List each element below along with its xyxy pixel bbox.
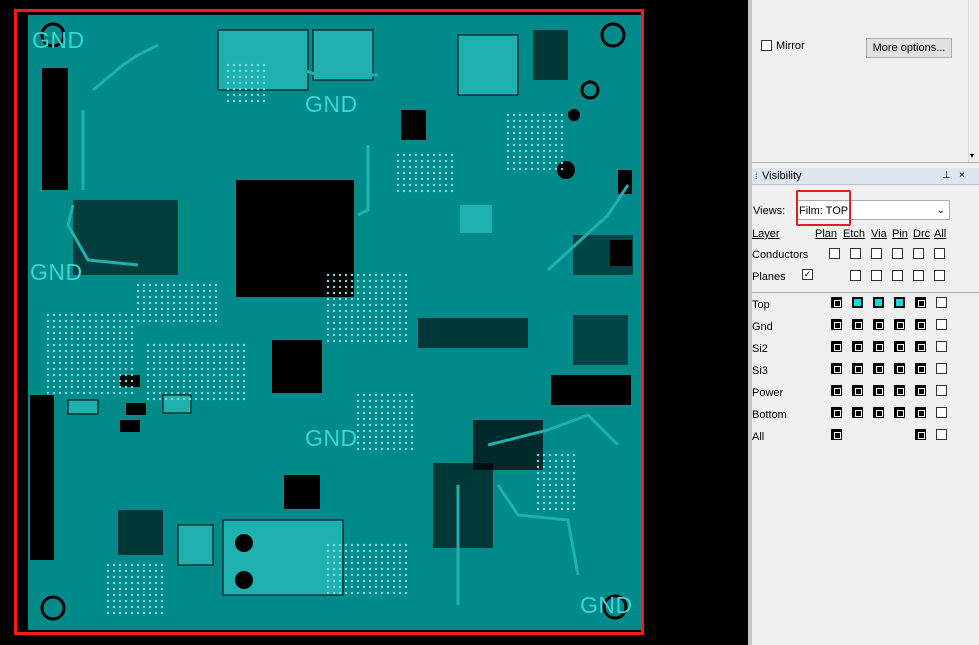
layer-visibility-toggle[interactable] [852, 407, 863, 418]
layer-label: Si3 [752, 365, 768, 377]
planes-toggle[interactable] [850, 270, 861, 281]
column-header-all: All [934, 228, 947, 240]
scroll-down-icon[interactable]: ▾ [970, 151, 974, 160]
layer-visibility-toggle[interactable] [894, 297, 905, 308]
column-header-etch: Etch [843, 228, 866, 240]
options-scrollbar[interactable]: ▾ [968, 0, 979, 162]
layer-visibility-toggle[interactable] [852, 385, 863, 396]
conductors-toggle[interactable] [892, 248, 903, 259]
layer-visibility-toggle[interactable] [831, 363, 842, 374]
layer-visibility-toggle[interactable] [873, 385, 884, 396]
pin-icon[interactable]: ⊥ [942, 168, 951, 184]
conductors-toggle[interactable] [934, 248, 945, 259]
layer-visibility-toggle[interactable] [915, 429, 926, 440]
conductors-toggle[interactable] [829, 248, 840, 259]
board-outline-highlight [14, 9, 644, 635]
planes-checkbox[interactable]: ✓ [802, 269, 813, 280]
chevron-down-icon: ⌄ [936, 205, 945, 216]
mirror-checkbox[interactable] [761, 40, 772, 51]
layer-visibility-toggle[interactable] [873, 363, 884, 374]
layer-visibility-toggle[interactable] [831, 407, 842, 418]
layer-visibility-toggle[interactable] [894, 363, 905, 374]
planes-toggle[interactable] [934, 270, 945, 281]
layer-visibility-toggle[interactable] [915, 297, 926, 308]
layer-visibility-toggle[interactable] [852, 297, 863, 308]
layer-label: Top [752, 299, 770, 311]
layer-visibility-toggle[interactable] [852, 363, 863, 374]
layer-visibility-toggle[interactable] [936, 407, 947, 418]
mirror-label: Mirror [776, 40, 805, 52]
layer-visibility-toggle[interactable] [873, 297, 884, 308]
layer-visibility-toggle[interactable] [831, 319, 842, 330]
layer-label: Bottom [752, 409, 787, 421]
row-label-conductors: Conductors [752, 249, 809, 261]
planes-toggle[interactable] [913, 270, 924, 281]
planes-toggle[interactable] [871, 270, 882, 281]
more-options-button[interactable]: More options... [866, 38, 952, 58]
layer-visibility-toggle[interactable] [915, 319, 926, 330]
grip-icon: ⁞ [755, 171, 758, 181]
layer-visibility-toggle[interactable] [936, 297, 947, 308]
layer-visibility-toggle[interactable] [873, 341, 884, 352]
layer-visibility-toggle[interactable] [831, 297, 842, 308]
visibility-title: Visibility [762, 170, 802, 182]
layer-visibility-toggle[interactable] [852, 341, 863, 352]
layer-visibility-toggle[interactable] [915, 341, 926, 352]
pcb-canvas[interactable]: GND GND GND GND GND [0, 0, 748, 645]
divider-line [752, 292, 979, 293]
layer-visibility-toggle[interactable] [873, 319, 884, 330]
layer-visibility-toggle[interactable] [831, 385, 842, 396]
column-header-drc: Drc [913, 228, 931, 240]
layer-visibility-toggle[interactable] [936, 363, 947, 374]
layer-visibility-toggle[interactable] [894, 385, 905, 396]
row-label-planes: Planes [752, 271, 786, 283]
layer-label: Si2 [752, 343, 768, 355]
layer-visibility-toggle[interactable] [831, 429, 842, 440]
views-highlight [796, 190, 851, 226]
column-header-layer: Layer [752, 228, 780, 240]
right-panel: Mirror More options... ▾ ⁞ Visibility ⊥ … [752, 0, 979, 645]
column-header-pin: Pin [892, 228, 908, 240]
layer-visibility-toggle[interactable] [936, 341, 947, 352]
layer-label: All [752, 431, 765, 443]
layer-visibility-toggle[interactable] [936, 319, 947, 330]
planes-toggle[interactable] [892, 270, 903, 281]
layer-visibility-toggle[interactable] [915, 407, 926, 418]
layer-visibility-toggle[interactable] [831, 341, 842, 352]
conductors-toggle[interactable] [871, 248, 882, 259]
layer-visibility-toggle[interactable] [894, 341, 905, 352]
layer-visibility-toggle[interactable] [873, 407, 884, 418]
conductors-toggle[interactable] [850, 248, 861, 259]
conductors-toggle[interactable] [913, 248, 924, 259]
views-label: Views: [753, 205, 786, 217]
layer-visibility-toggle[interactable] [915, 385, 926, 396]
column-header-plan: Plan [815, 228, 838, 240]
layer-visibility-toggle[interactable] [936, 429, 947, 440]
options-pane: Mirror More options... ▾ [752, 0, 979, 163]
layer-label: Power [752, 387, 784, 399]
layer-visibility-toggle[interactable] [894, 407, 905, 418]
column-header-via: Via [871, 228, 887, 240]
close-icon[interactable]: × [959, 168, 965, 184]
visibility-titlebar: ⁞ Visibility ⊥ × [752, 168, 979, 185]
layer-visibility-toggle[interactable] [852, 319, 863, 330]
layer-visibility-toggle[interactable] [894, 319, 905, 330]
layer-label: Gnd [752, 321, 773, 333]
layer-visibility-toggle[interactable] [915, 363, 926, 374]
layer-visibility-toggle[interactable] [936, 385, 947, 396]
